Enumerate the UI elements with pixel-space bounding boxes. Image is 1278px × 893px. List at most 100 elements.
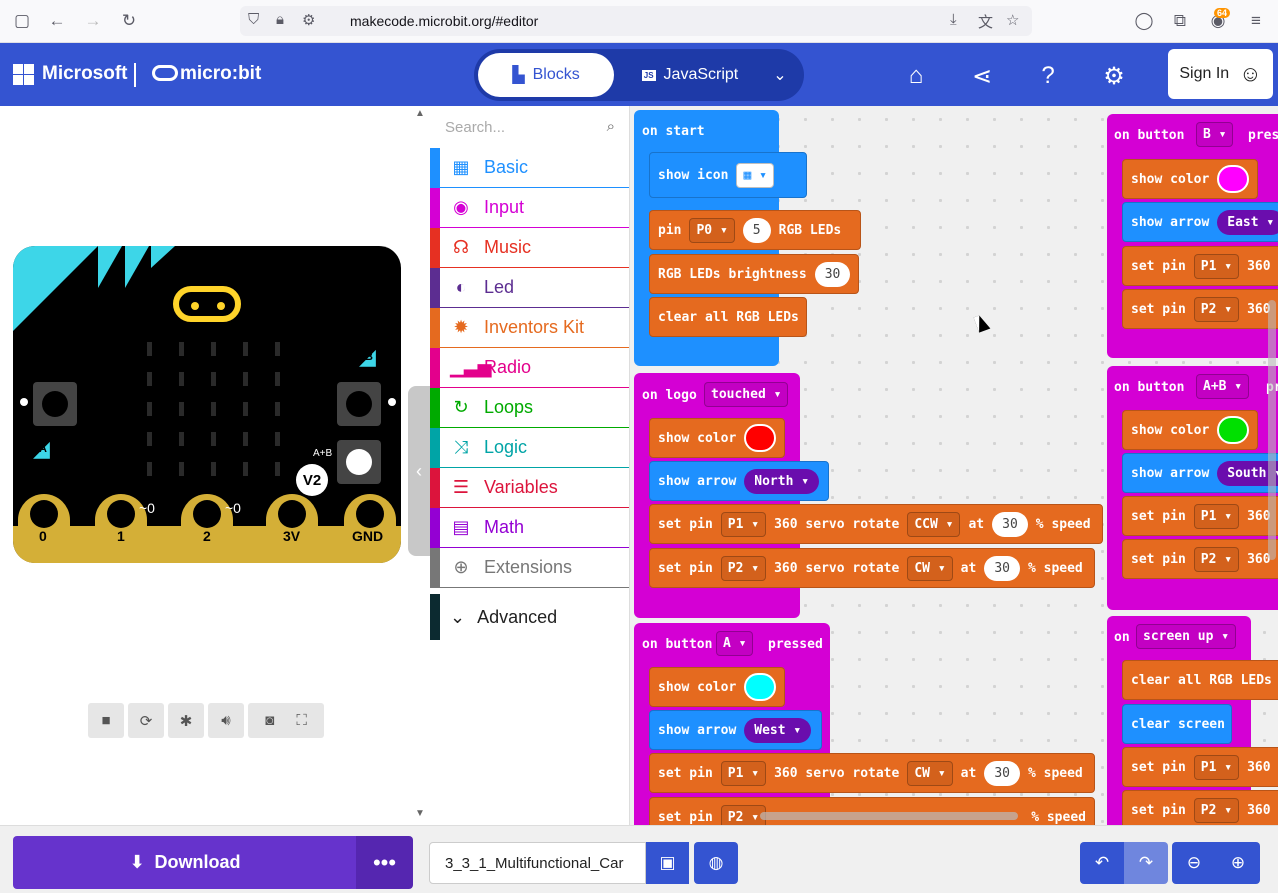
home-icon[interactable]: ⌂: [900, 60, 932, 92]
settings-gear-icon[interactable]: ⚙: [1098, 60, 1130, 92]
brand-microsoft[interactable]: Microsoft: [42, 63, 128, 85]
button-dropdown[interactable]: B ▾: [1196, 122, 1234, 147]
url-bar[interactable]: ⛉ 🔒︎ ⚙ makecode.microbit.org/#editor ⤓ 文…: [240, 6, 1032, 36]
show-icon-block[interactable]: show icon ▦ ▾: [649, 152, 807, 198]
clear-screen-block[interactable]: clear screen: [1122, 704, 1232, 744]
lock-icon[interactable]: 🔒︎: [276, 11, 284, 28]
menu-icon[interactable]: ≡: [1243, 8, 1269, 34]
fullscreen-icon[interactable]: ⛶: [296, 712, 307, 729]
mute-sound-icon[interactable]: 🔊︎: [208, 703, 244, 738]
brand-microbit[interactable]: micro:bit: [152, 63, 261, 85]
button-ab[interactable]: [337, 440, 381, 484]
pin-dropdown[interactable]: P2 ▾: [1193, 296, 1240, 322]
category-radio[interactable]: ▁▃▅ Radio: [430, 348, 629, 388]
category-loops[interactable]: ↻ Loops: [430, 388, 629, 428]
servo-block[interactable]: set pin P2 ▾ 360: [1122, 790, 1278, 825]
forward-icon[interactable]: →: [80, 8, 106, 34]
button-b[interactable]: [337, 382, 381, 426]
direction-dropdown[interactable]: CCW ▾: [907, 511, 961, 537]
category-advanced[interactable]: ⌄ Advanced: [430, 594, 629, 640]
category-logic[interactable]: ⤨ Logic: [430, 428, 629, 468]
share-icon[interactable]: ⋖: [966, 60, 998, 92]
github-button[interactable]: ◍: [694, 842, 738, 884]
debug-bug-icon[interactable]: ✱: [168, 703, 204, 738]
download-button[interactable]: ⬇ Download: [13, 836, 357, 889]
show-arrow-block[interactable]: show arrowSouth ▾: [1122, 453, 1278, 493]
save-page-icon[interactable]: ⤓: [950, 11, 957, 28]
microbit-simulator[interactable]: ◢ A ◢ B A+B V2 0 1 2 3V GND ~0 ~0: [13, 246, 401, 563]
scroll-up-icon[interactable]: ▲: [415, 108, 425, 119]
servo-block[interactable]: set pin P2 ▾ 360 servo rotate CW ▾ at 30 % spe…: [649, 548, 1095, 588]
screenshot-camera-icon[interactable]: ◙: [265, 712, 274, 729]
arrow-dropdown[interactable]: North ▾: [744, 468, 820, 494]
icon-picker[interactable]: ▦ ▾: [736, 162, 774, 188]
bookmark-star-icon[interactable]: ☆: [1006, 11, 1019, 29]
show-arrow-block[interactable]: show arrow North ▾: [649, 461, 829, 501]
pin-dropdown[interactable]: P1 ▾: [720, 760, 767, 786]
search-icon[interactable]: ⌕: [607, 118, 615, 135]
button-dropdown[interactable]: A+B ▾: [1196, 374, 1250, 399]
download-options-button[interactable]: •••: [356, 836, 413, 889]
clear-all-rgb-block[interactable]: clear all RGB LEDs: [1122, 660, 1278, 700]
color-swatch[interactable]: [1217, 165, 1249, 193]
direction-dropdown[interactable]: CW ▾: [907, 555, 953, 581]
brightness-block[interactable]: RGB LEDs brightness 30: [649, 254, 859, 294]
servo-block[interactable]: set pin P1 ▾ 360 servo rotate CW ▾ at 30 % spe…: [649, 753, 1095, 793]
show-color-block[interactable]: show color: [649, 667, 785, 707]
show-color-block[interactable]: show color: [1122, 159, 1258, 199]
pin-dropdown[interactable]: P2 ▾: [1193, 546, 1240, 572]
permissions-icon[interactable]: ⚙: [302, 11, 315, 29]
reload-icon[interactable]: ↻: [116, 8, 142, 34]
touch-logo[interactable]: [173, 286, 241, 322]
arrow-dropdown[interactable]: East ▾: [1217, 209, 1278, 235]
category-extensions[interactable]: ⊕ Extensions: [430, 548, 629, 588]
button-dropdown[interactable]: A ▾: [716, 631, 754, 656]
collapse-simulator-button[interactable]: ‹: [408, 386, 430, 556]
undo-button[interactable]: ↶: [1080, 842, 1124, 884]
category-input[interactable]: ◉ Input: [430, 188, 629, 228]
scroll-down-icon[interactable]: ▼: [415, 808, 425, 819]
back-icon[interactable]: ←: [44, 8, 70, 34]
category-basic[interactable]: ▦ Basic: [430, 148, 629, 188]
save-button[interactable]: ▣: [646, 842, 689, 884]
workspace-vertical-scrollbar[interactable]: [1268, 300, 1276, 560]
color-swatch[interactable]: [744, 673, 776, 701]
number-input[interactable]: 30: [984, 760, 1020, 786]
category-music[interactable]: ☊ Music: [430, 228, 629, 268]
tab-overview-icon[interactable]: ▢: [9, 8, 35, 34]
clear-all-rgb-block[interactable]: clear all RGB LEDs: [649, 297, 807, 337]
number-input[interactable]: 30: [814, 261, 851, 287]
show-color-block[interactable]: show color: [649, 418, 785, 458]
shield-icon[interactable]: ⛉: [248, 11, 259, 28]
pin-rgb-leds-block[interactable]: pin P0 ▾ 5 RGB LEDs: [649, 210, 861, 250]
translate-icon[interactable]: 文: [978, 11, 993, 32]
number-input[interactable]: 30: [992, 511, 1028, 537]
pin-dropdown[interactable]: P1 ▾: [1193, 503, 1240, 529]
restart-icon[interactable]: ⟳: [128, 703, 164, 738]
redo-button[interactable]: ↷: [1124, 842, 1168, 884]
servo-block-partial[interactable]: set pin P2 ▾% speed: [649, 797, 1095, 825]
project-name-input[interactable]: 3_3_1_Multifunctional_Car: [429, 842, 646, 884]
number-input[interactable]: 5: [742, 217, 771, 243]
blocks-workspace[interactable]: on start show icon ▦ ▾ pin P0 ▾ 5 RGB LEDs R…: [630, 106, 1278, 825]
number-input[interactable]: 30: [984, 555, 1020, 581]
show-color-block[interactable]: show color: [1122, 410, 1258, 450]
zoom-out-button[interactable]: ⊖: [1172, 842, 1216, 884]
arrow-dropdown[interactable]: West ▾: [744, 717, 812, 743]
help-icon[interactable]: ?: [1032, 60, 1064, 92]
servo-block[interactable]: set pin P1 ▾ 360: [1122, 246, 1278, 286]
show-arrow-block[interactable]: show arrow East ▾: [1122, 202, 1278, 242]
chevron-down-icon[interactable]: ⌄: [760, 53, 800, 97]
extensions-icon[interactable]: ⧉: [1167, 8, 1193, 34]
color-swatch[interactable]: [1217, 416, 1249, 444]
toolbox-search[interactable]: Search... ⌕: [430, 106, 629, 148]
button-a[interactable]: [33, 382, 77, 426]
tab-javascript[interactable]: JS JavaScript: [622, 53, 758, 97]
stop-icon[interactable]: ■: [88, 703, 124, 738]
pin-dropdown[interactable]: P2 ▾: [720, 555, 767, 581]
servo-block[interactable]: set pin P2 ▾ 360: [1122, 289, 1278, 329]
servo-block[interactable]: set pin P1 ▾ 360: [1122, 496, 1278, 536]
pin-dropdown[interactable]: P1 ▾: [1193, 253, 1240, 279]
servo-block[interactable]: set pin P1 ▾ 360 servo rotate CCW ▾ at 30 % sp…: [649, 504, 1103, 544]
show-arrow-block[interactable]: show arrow West ▾: [649, 710, 822, 750]
